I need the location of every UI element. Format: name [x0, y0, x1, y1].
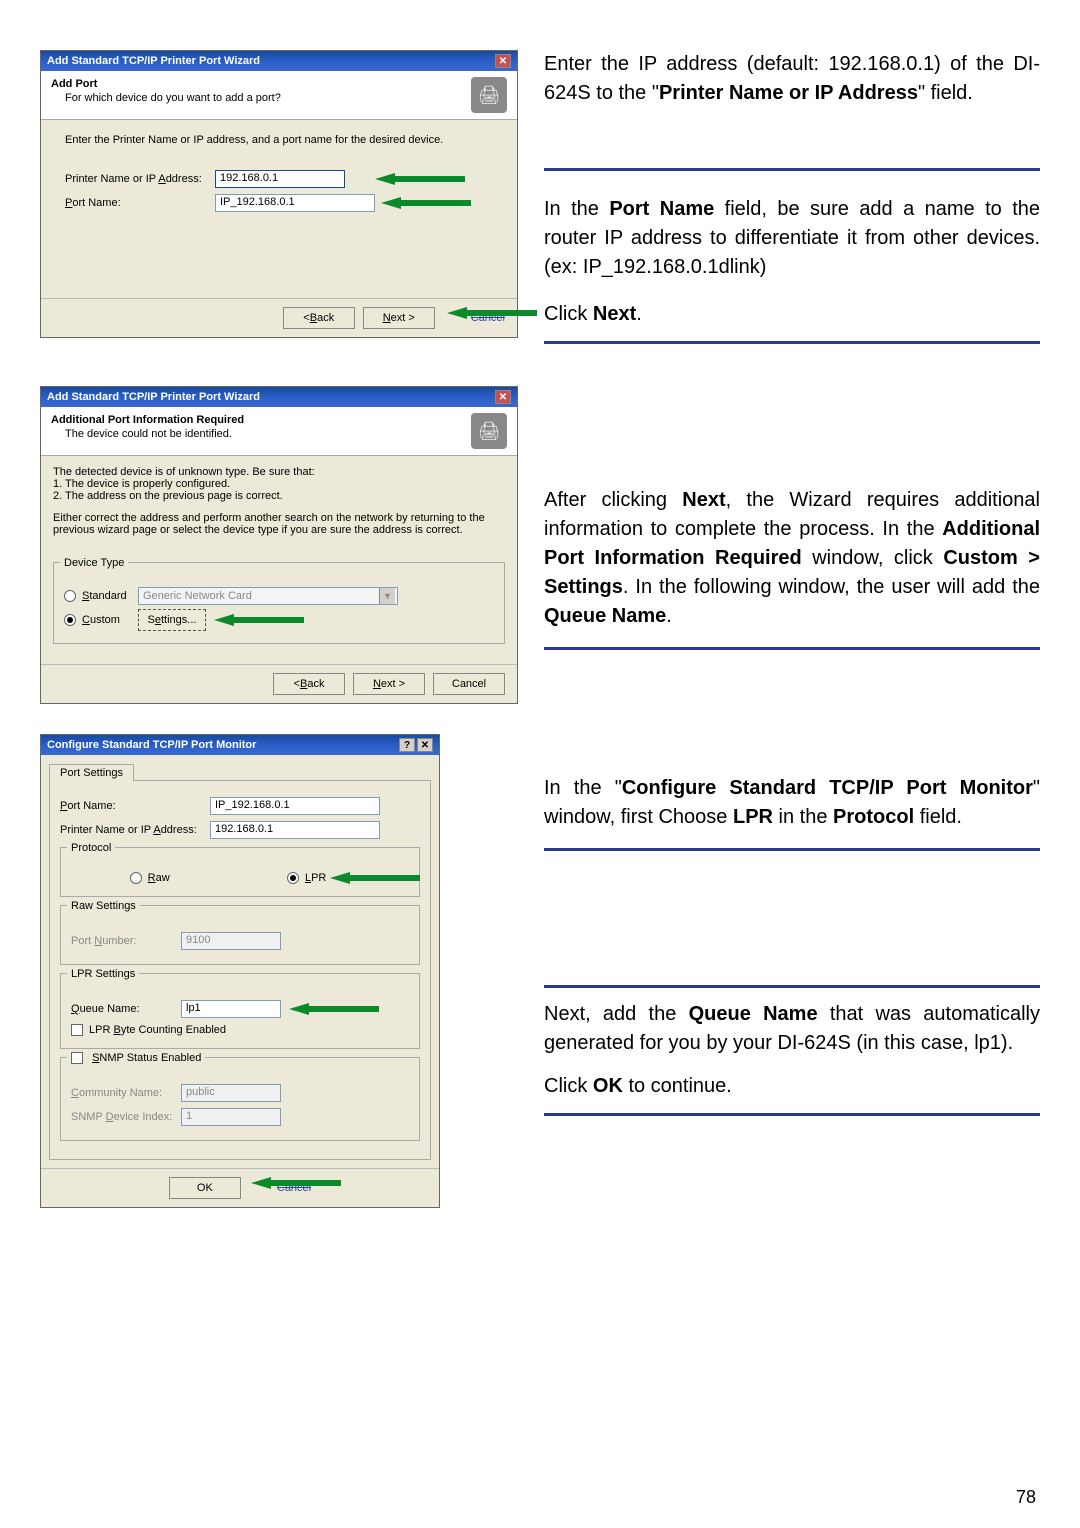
arrow-icon: [214, 614, 234, 626]
standard-radio[interactable]: [64, 590, 76, 602]
dialog-instruction: Enter the Printer Name or IP address, an…: [65, 134, 505, 146]
fieldset-legend: Protocol: [67, 842, 115, 854]
port-name-label: Port Name:: [60, 800, 210, 812]
community-input: public: [181, 1084, 281, 1102]
dialog-heading: Add Port: [51, 78, 281, 90]
cancel-button[interactable]: Cancel: [433, 673, 505, 695]
device-type-fieldset: Device Type Standard Generic Network Car…: [53, 562, 505, 644]
standard-dropdown: Generic Network Card ▼: [138, 587, 398, 605]
separator: [544, 848, 1040, 851]
arrow-icon: [251, 1177, 271, 1189]
lpr-radio[interactable]: [287, 872, 299, 884]
back-button[interactable]: < Back: [283, 307, 355, 329]
body-text: 2. The address on the previous page is c…: [53, 490, 505, 502]
lpr-byte-label: LPR Byte Counting Enabled: [89, 1024, 226, 1036]
port-name-input[interactable]: IP_192.168.0.1: [210, 797, 380, 815]
additional-info-dialog: Add Standard TCP/IP Printer Port Wizard …: [40, 386, 518, 704]
arrow-icon: [289, 1003, 309, 1015]
custom-label: Custom: [82, 614, 138, 626]
snmp-checkbox[interactable]: [71, 1052, 83, 1064]
arrow-icon: [375, 173, 395, 185]
dialog-title: Add Standard TCP/IP Printer Port Wizard: [47, 391, 260, 403]
fieldset-legend: Device Type: [60, 557, 128, 569]
close-icon[interactable]: ✕: [417, 738, 433, 752]
printer-icon: 🖨: [471, 77, 507, 113]
separator: [544, 168, 1040, 171]
separator: [544, 1113, 1040, 1116]
custom-radio[interactable]: [64, 614, 76, 626]
lpr-label: LPR: [305, 872, 326, 884]
configure-port-dialog: Configure Standard TCP/IP Port Monitor ?…: [40, 734, 440, 1208]
protocol-fieldset: Protocol Raw LPR: [60, 847, 420, 897]
printer-icon: 🖨: [471, 413, 507, 449]
chevron-down-icon: ▼: [379, 588, 395, 604]
raw-settings-fieldset: Raw Settings Port Number: 9100: [60, 905, 420, 965]
queue-name-input[interactable]: lp1: [181, 1000, 281, 1018]
dialog-title: Add Standard TCP/IP Printer Port Wizard: [47, 55, 260, 67]
dialog-title: Configure Standard TCP/IP Port Monitor: [47, 739, 256, 751]
instruction-text: Next, add the Queue Name that was automa…: [544, 1000, 1040, 1058]
port-name-label: Port Name:: [65, 197, 215, 209]
arrow-icon: [447, 307, 467, 319]
next-button[interactable]: Next >: [363, 307, 435, 329]
printer-name-input[interactable]: 192.168.0.1: [215, 170, 345, 188]
dialog-subtext: For which device do you want to add a po…: [65, 92, 281, 104]
standard-label: Standard: [82, 590, 138, 602]
instruction-text: Click Next.: [544, 300, 1040, 329]
port-number-label: Port Number:: [71, 935, 181, 947]
fieldset-legend: Raw Settings: [67, 900, 140, 912]
body-text: The detected device is of unknown type. …: [53, 466, 505, 478]
back-button[interactable]: < Back: [273, 673, 345, 695]
settings-button[interactable]: Settings...: [138, 609, 206, 631]
close-icon[interactable]: ✕: [495, 390, 511, 404]
separator: [544, 647, 1040, 650]
fieldset-legend: LPR Settings: [67, 968, 139, 980]
body-text: 1. The device is properly configured.: [53, 478, 505, 490]
page-number: 78: [1016, 1487, 1036, 1508]
lpr-settings-fieldset: LPR Settings Queue Name: lp1 LPR Byte Co…: [60, 973, 420, 1049]
printer-name-input[interactable]: 192.168.0.1: [210, 821, 380, 839]
raw-label: Raw: [148, 872, 170, 884]
body-text: Either correct the address and perform a…: [53, 512, 505, 536]
dialog-titlebar: Add Standard TCP/IP Printer Port Wizard …: [41, 51, 517, 71]
snmp-index-label: SNMP Device Index:: [71, 1111, 181, 1123]
add-port-dialog: Add Standard TCP/IP Printer Port Wizard …: [40, 50, 518, 338]
queue-name-label: Queue Name:: [71, 1003, 181, 1015]
community-label: Community Name:: [71, 1087, 181, 1099]
next-button[interactable]: Next >: [353, 673, 425, 695]
arrow-icon: [330, 872, 350, 884]
printer-name-label: Printer Name or IP Address:: [60, 824, 210, 836]
instruction-text: After clicking Next, the Wizard requires…: [544, 486, 1040, 631]
instruction-text: Enter the IP address (default: 192.168.0…: [544, 50, 1040, 108]
ok-button[interactable]: OK: [169, 1177, 241, 1199]
snmp-index-input: 1: [181, 1108, 281, 1126]
tab-port-settings[interactable]: Port Settings: [49, 764, 134, 781]
dialog-titlebar: Add Standard TCP/IP Printer Port Wizard …: [41, 387, 517, 407]
dialog-subtext: The device could not be identified.: [65, 428, 244, 440]
raw-radio[interactable]: [130, 872, 142, 884]
tab-strip: Port Settings: [49, 763, 431, 781]
port-number-input: 9100: [181, 932, 281, 950]
arrow-icon: [381, 197, 401, 209]
snmp-fieldset: SNMP Status Enabled Community Name: publ…: [60, 1057, 420, 1141]
separator: [544, 985, 1040, 988]
dialog-heading: Additional Port Information Required: [51, 414, 244, 426]
instruction-text: In the Port Name field, be sure add a na…: [544, 195, 1040, 282]
help-icon[interactable]: ?: [399, 738, 415, 752]
port-name-input[interactable]: IP_192.168.0.1: [215, 194, 375, 212]
lpr-byte-checkbox[interactable]: [71, 1024, 83, 1036]
separator: [544, 341, 1040, 344]
instruction-text: Click OK to continue.: [544, 1072, 1040, 1101]
printer-name-label: Printer Name or IP Address:: [65, 173, 215, 185]
fieldset-legend: SNMP Status Enabled: [67, 1052, 205, 1064]
close-icon[interactable]: ✕: [495, 54, 511, 68]
instruction-text: In the "Configure Standard TCP/IP Port M…: [544, 774, 1040, 832]
dialog-titlebar: Configure Standard TCP/IP Port Monitor ?…: [41, 735, 439, 755]
